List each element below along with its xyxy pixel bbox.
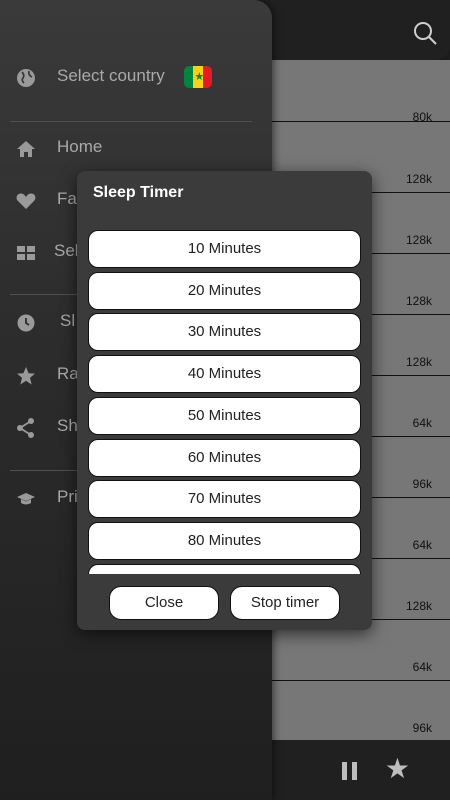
timer-option[interactable]: 50 Minutes [88, 396, 361, 435]
home-icon [17, 141, 35, 157]
favorite-star-icon[interactable]: ★ [385, 755, 410, 783]
divider [10, 121, 252, 122]
bitrate-label: 128k [405, 599, 432, 613]
drawer-item-label: Home [57, 137, 103, 156]
select-country-item[interactable]: Select country [0, 58, 272, 98]
drawer-item-label: Sel [54, 241, 79, 260]
shield-icon [17, 493, 35, 505]
heart-icon [16, 193, 36, 209]
bitrate-label: 64k [412, 660, 432, 674]
search-icon[interactable] [412, 20, 438, 46]
clock-icon [17, 314, 35, 332]
drawer-item-label: Fa [57, 189, 77, 208]
grid-icon [17, 246, 35, 260]
bitrate-label: 64k [412, 416, 432, 430]
drawer-item-label: Pri [57, 487, 78, 506]
timer-option[interactable]: 80 Minutes [88, 521, 361, 560]
drawer-item-label: Sh [57, 416, 78, 435]
drawer-item-label: Ra [57, 364, 79, 383]
timer-options-list[interactable]: 10 Minutes 20 Minutes 30 Minutes 40 Minu… [88, 230, 361, 574]
bitrate-label: 128k [405, 294, 432, 308]
dialog-title: Sleep Timer [93, 184, 184, 201]
bitrate-label: 128k [405, 355, 432, 369]
timer-option[interactable]: 40 Minutes [88, 355, 361, 394]
timer-option[interactable]: 20 Minutes [88, 271, 361, 310]
timer-option[interactable]: 10 Minutes [88, 230, 361, 268]
stop-timer-button[interactable]: Stop timer [230, 586, 340, 620]
bitrate-label: 96k [412, 721, 432, 735]
timer-option[interactable]: 30 Minutes [88, 313, 361, 352]
bitrate-label: 128k [405, 233, 432, 247]
star-icon [17, 367, 35, 385]
drawer-item-home[interactable]: Home [0, 129, 272, 169]
timer-option[interactable]: 70 Minutes [88, 480, 361, 519]
bitrate-label: 80k [412, 110, 432, 124]
pause-icon[interactable] [340, 760, 360, 782]
timer-option[interactable]: 90 Minutes [88, 563, 361, 574]
bitrate-label: 96k [412, 477, 432, 491]
globe-icon [17, 69, 35, 87]
senegal-flag: ★ [184, 66, 212, 88]
drawer-item-label: Sl [60, 311, 76, 330]
bitrate-label: 128k [405, 172, 432, 186]
sleep-timer-dialog: Sleep Timer 10 Minutes 20 Minutes 30 Min… [77, 171, 372, 630]
select-country-label: Select country [57, 66, 165, 85]
share-icon [17, 418, 34, 438]
bitrate-label: 64k [412, 538, 432, 552]
close-button[interactable]: Close [109, 586, 219, 620]
timer-option[interactable]: 60 Minutes [88, 438, 361, 477]
